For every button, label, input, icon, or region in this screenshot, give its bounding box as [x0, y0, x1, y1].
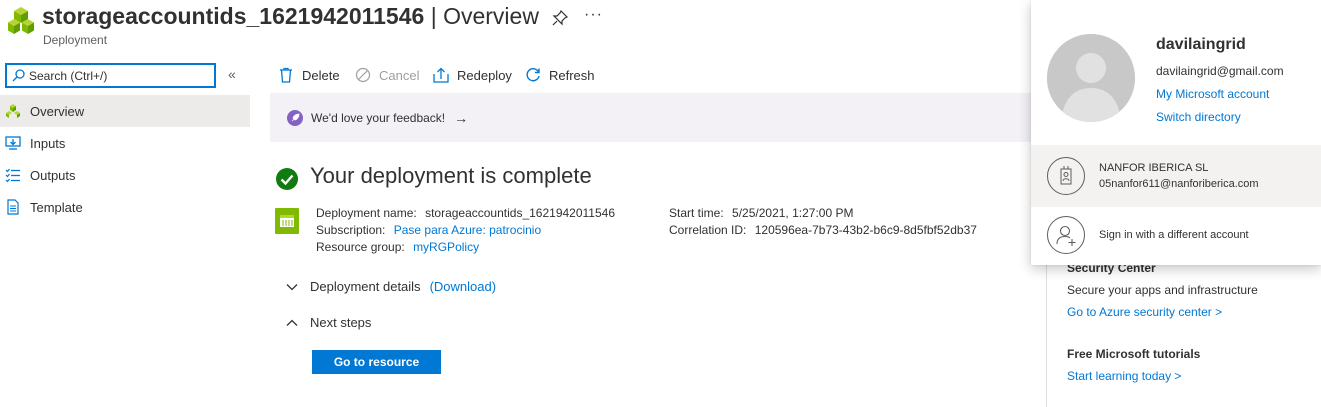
security-center-text: Secure your apps and infrastructure — [1067, 283, 1258, 297]
start-time-label: Start time: — [669, 206, 724, 220]
feedback-text: We'd love your feedback! — [311, 110, 446, 125]
deployment-details-expander[interactable]: Deployment details (Download) — [285, 279, 496, 294]
pin-icon[interactable] — [551, 9, 569, 27]
collapse-sidebar-button[interactable]: « — [228, 66, 236, 82]
sidebar-item-label: Template — [30, 199, 83, 215]
trash-icon — [278, 67, 294, 83]
start-time-value: 5/25/2021, 1:27:00 PM — [732, 206, 854, 220]
security-center-link[interactable]: Go to Azure security center > — [1067, 305, 1222, 319]
refresh-button[interactable]: Refresh — [525, 65, 595, 85]
more-options-button[interactable]: ··· — [584, 6, 603, 24]
search-icon — [12, 69, 25, 82]
delete-label: Delete — [302, 67, 340, 83]
account-menu-popup: davilaingrid davilaingrid@gmail.com My M… — [1031, 0, 1321, 265]
organization-account-item[interactable]: NANFOR IBERICA SL 05nanfor611@nanforiber… — [1031, 145, 1321, 207]
sidebar-item-label: Outputs — [30, 167, 76, 183]
feedback-banner[interactable]: We'd love your feedback! → — [270, 93, 1050, 142]
deployment-name-label: Deployment name: — [316, 206, 417, 220]
next-steps-expander[interactable]: Next steps — [285, 315, 371, 330]
cancel-icon — [355, 67, 371, 83]
right-info-panel: Security Center Secure your apps and inf… — [1046, 255, 1321, 407]
tutorials-title: Free Microsoft tutorials — [1067, 347, 1201, 361]
refresh-icon — [525, 67, 541, 83]
redeploy-button[interactable]: Redeploy — [433, 65, 512, 85]
subscription-label: Subscription: — [316, 223, 386, 237]
deployment-details-label: Deployment details — [310, 279, 421, 294]
redeploy-label: Redeploy — [457, 67, 512, 83]
success-check-icon — [275, 167, 299, 191]
correlation-id-label: Correlation ID: — [669, 223, 747, 237]
deployment-overview-icon — [5, 103, 21, 119]
start-time-row: Start time: 5/25/2021, 1:27:00 PM — [669, 206, 853, 220]
inputs-icon — [5, 135, 21, 151]
section-name: Overview — [443, 3, 539, 29]
organization-name: NANFOR IBERICA SL — [1099, 162, 1209, 174]
resource-group-row: Resource group: myRGPolicy — [316, 240, 479, 254]
deployment-cubes-icon — [5, 5, 37, 37]
sidebar-item-template[interactable]: Template — [0, 191, 250, 223]
sidebar-item-label: Inputs — [30, 135, 66, 151]
my-microsoft-account-link[interactable]: My Microsoft account — [1156, 87, 1269, 101]
title-separator: | — [424, 3, 444, 29]
download-link[interactable]: (Download) — [430, 279, 496, 294]
deployment-resource-icon — [275, 208, 299, 234]
correlation-id-row: Correlation ID: 120596ea-7b73-43b2-b6c9-… — [669, 223, 977, 237]
sign-in-different-account-link[interactable]: Sign in with a different account — [1099, 229, 1249, 241]
page-subtitle: Deployment — [43, 33, 108, 47]
sidebar-item-inputs[interactable]: Inputs — [0, 127, 250, 159]
template-icon — [5, 199, 21, 215]
subscription-link[interactable]: Pase para Azure: patrocinio — [394, 223, 541, 237]
subscription-row: Subscription: Pase para Azure: patrocini… — [316, 223, 541, 237]
arrow-right-icon: → — [454, 109, 469, 126]
go-to-resource-button[interactable]: Go to resource — [312, 350, 441, 374]
account-name: davilaingrid — [1156, 36, 1246, 53]
sidebar-item-label: Overview — [30, 103, 85, 119]
badge-icon — [1047, 157, 1085, 195]
outputs-icon — [5, 167, 21, 183]
deployment-status-heading: Your deployment is complete — [310, 163, 592, 188]
next-steps-label: Next steps — [310, 315, 372, 330]
sidebar-item-outputs[interactable]: Outputs — [0, 159, 250, 191]
tutorials-link[interactable]: Start learning today > — [1067, 369, 1181, 383]
resource-group-label: Resource group: — [316, 240, 405, 254]
resource-group-link[interactable]: myRGPolicy — [413, 240, 479, 254]
account-email: davilaingrid@gmail.com — [1156, 64, 1284, 78]
cancel-button[interactable]: Cancel — [355, 65, 419, 85]
add-user-icon — [1047, 216, 1085, 254]
organization-email: 05nanfor611@nanforiberica.com — [1099, 178, 1259, 190]
search-input[interactable] — [29, 67, 209, 84]
cancel-label: Cancel — [379, 67, 420, 83]
deployment-name-value: storageaccountids_1621942011546 — [425, 206, 615, 220]
correlation-id-value: 120596ea-7b73-43b2-b6c9-8d5fbf52db37 — [754, 223, 977, 237]
chevron-down-icon — [285, 280, 299, 294]
deployment-name-row: Deployment name: storageaccountids_16219… — [316, 206, 615, 220]
refresh-label: Refresh — [549, 67, 595, 83]
search-box[interactable] — [5, 63, 216, 88]
page-title: storageaccountids_1621942011546 | Overvi… — [42, 3, 539, 30]
switch-directory-link[interactable]: Switch directory — [1156, 110, 1241, 124]
avatar — [1047, 34, 1135, 122]
resource-name: storageaccountids_1621942011546 — [42, 3, 425, 29]
sidebar-item-overview[interactable]: Overview — [0, 95, 250, 127]
chevron-up-icon — [285, 316, 299, 330]
delete-button[interactable]: Delete — [278, 65, 340, 85]
rocket-icon — [287, 109, 303, 126]
upload-icon — [433, 67, 449, 83]
